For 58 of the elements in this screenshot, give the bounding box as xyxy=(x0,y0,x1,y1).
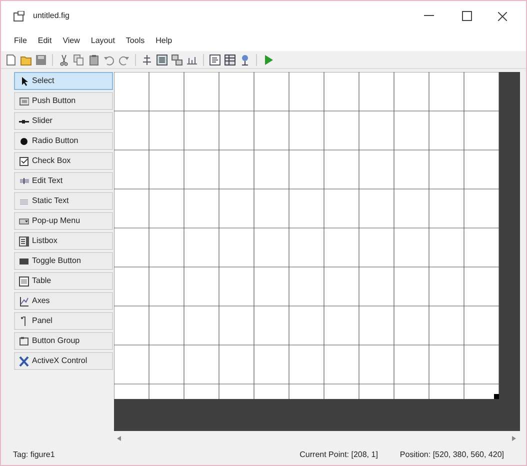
palette-item[interactable]: Table xyxy=(14,272,113,290)
menu-item[interactable]: Layout xyxy=(86,35,120,47)
palette-item[interactable]: Button Group xyxy=(14,332,113,350)
menu-editor-icon[interactable] xyxy=(156,54,168,66)
object-browser-icon[interactable] xyxy=(239,54,251,66)
radio-icon xyxy=(19,136,29,146)
menu-item[interactable]: Tools xyxy=(120,35,150,47)
status-tag: Tag: figure1 xyxy=(13,449,55,461)
status-current-point: Current Point: [208, 1] xyxy=(300,449,378,461)
left-arrow-icon[interactable] xyxy=(117,436,121,440)
listbox-icon xyxy=(19,236,29,246)
folder-icon[interactable] xyxy=(20,54,32,66)
save-icon[interactable] xyxy=(35,54,47,66)
palette-item[interactable]: Toggle Button xyxy=(14,252,113,270)
status-position: Position: [520, 380, 560, 420] xyxy=(400,449,504,461)
palette-item[interactable]: Panel xyxy=(14,312,113,330)
align-icon[interactable] xyxy=(141,54,153,66)
redo-icon[interactable] xyxy=(118,54,130,66)
palette-item[interactable]: Axes xyxy=(14,292,113,310)
push-button-icon xyxy=(19,96,29,106)
maximize-icon xyxy=(462,11,472,21)
right-arrow-icon[interactable] xyxy=(512,436,516,440)
minimize-icon xyxy=(424,15,434,17)
palette-item[interactable]: Push Button xyxy=(14,92,113,110)
checkbox-icon xyxy=(19,156,29,166)
close-icon xyxy=(498,12,506,20)
property-inspector-icon[interactable] xyxy=(224,54,236,66)
editor-icon[interactable] xyxy=(209,54,221,66)
app-icon xyxy=(13,10,25,22)
table-icon xyxy=(19,276,29,286)
copy-icon[interactable] xyxy=(73,54,85,66)
activex-icon xyxy=(19,356,29,366)
popup-menu-icon xyxy=(19,216,29,226)
toggle-button-icon xyxy=(19,256,29,266)
axes-icon xyxy=(19,296,29,306)
palette-item[interactable]: Pop-up Menu xyxy=(14,212,113,230)
window-title: untitled.fig xyxy=(33,10,70,22)
palette-item[interactable]: Static Text xyxy=(14,192,113,210)
palette-item[interactable]: Select xyxy=(14,72,113,90)
scissors-icon[interactable] xyxy=(58,54,70,66)
edit-text-icon xyxy=(19,176,29,186)
button-group-icon xyxy=(19,336,29,346)
palette-item[interactable]: Check Box xyxy=(14,152,113,170)
clipboard-icon[interactable] xyxy=(88,54,100,66)
run-icon[interactable] xyxy=(262,54,274,66)
palette-item[interactable]: ActiveX Control xyxy=(14,352,113,370)
palette-item[interactable]: Slider xyxy=(14,112,113,130)
palette-item[interactable]: Listbox xyxy=(14,232,113,250)
palette-item[interactable]: Radio Button xyxy=(14,132,113,150)
menu-item[interactable]: Help xyxy=(150,35,178,47)
cursor-icon xyxy=(19,76,29,86)
palette-item[interactable]: Edit Text xyxy=(14,172,113,190)
undo-icon[interactable] xyxy=(103,54,115,66)
menu-item[interactable]: View xyxy=(58,35,85,47)
document-icon[interactable] xyxy=(5,54,17,66)
menu-item[interactable]: File xyxy=(9,35,32,47)
menu-item[interactable]: Edit xyxy=(32,35,57,47)
tab-order-icon[interactable] xyxy=(171,54,183,66)
